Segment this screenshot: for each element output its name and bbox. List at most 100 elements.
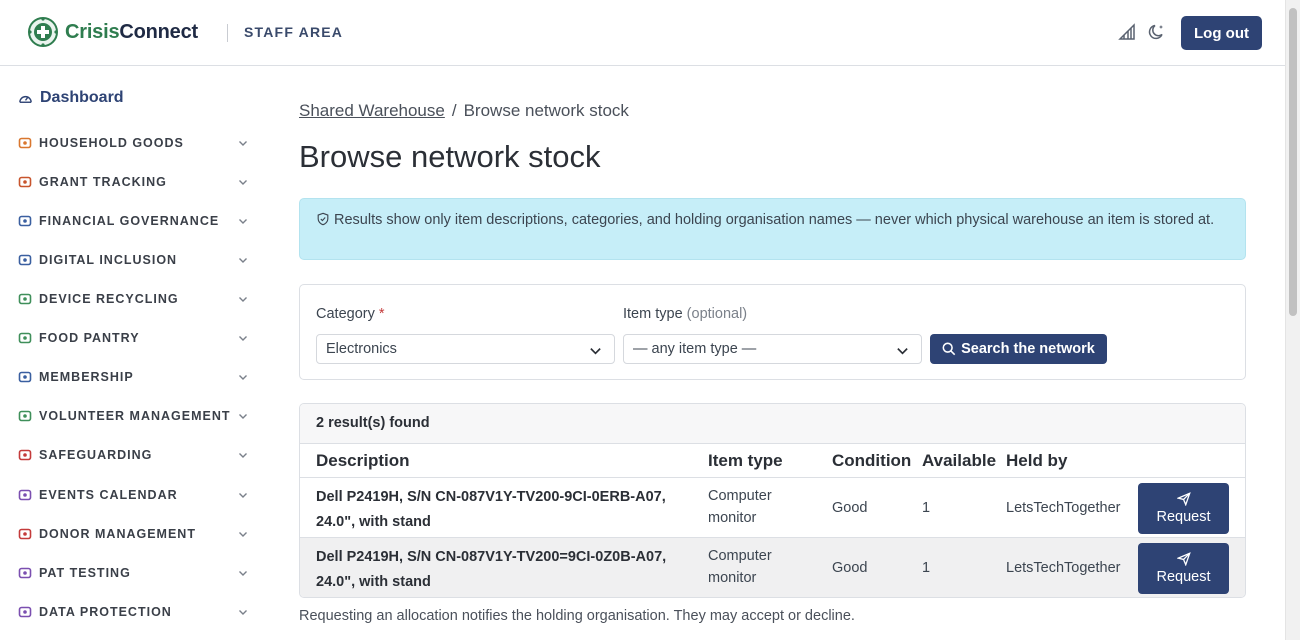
header-divider: [227, 24, 228, 42]
cell-condition: Good: [832, 560, 868, 576]
sidebar-item-digital-inclusion[interactable]: DIGITAL INCLUSION: [18, 248, 248, 272]
calendar-icon: [18, 489, 32, 501]
sidebar-item-pat-testing[interactable]: PAT TESTING: [18, 561, 248, 585]
cell-held-by: LetsTechTogether: [1006, 560, 1121, 576]
staff-area-label: STAFF AREA: [244, 24, 344, 40]
sidebar-item-label: HOUSEHOLD GOODS: [39, 136, 184, 150]
cell-description: Dell P2419H, S/N CN-087V1Y-TV200=9CI-0Z0…: [316, 549, 667, 590]
table-row: Dell P2419H, S/N CN-087V1Y-TV200-9CI-0ER…: [300, 477, 1245, 537]
column-header-item-type: Item type: [708, 451, 783, 470]
shield-check-icon: [317, 212, 329, 226]
chevron-down-icon[interactable]: [238, 294, 248, 304]
chevron-down-icon[interactable]: [238, 333, 248, 343]
chevron-down-icon[interactable]: [238, 568, 248, 578]
request-footnote: Requesting an allocation notifies the ho…: [299, 608, 855, 624]
results-count: 2 result(s) found: [300, 404, 1245, 444]
cell-item-type: Computer monitor: [708, 548, 772, 586]
chevron-down-icon[interactable]: [238, 529, 248, 539]
category-select-value: Electronics: [326, 341, 397, 357]
moon-icon[interactable]: [1147, 22, 1167, 42]
sidebar-item-financial-governance[interactable]: FINANCIAL GOVERNANCE: [18, 209, 248, 233]
sidebar-item-food-pantry[interactable]: FOOD PANTRY: [18, 326, 248, 350]
page-title: Browse network stock: [299, 139, 601, 174]
column-header-available: Available: [922, 451, 997, 470]
brand-name-part1: Crisis: [65, 20, 120, 43]
chevron-down-icon[interactable]: [238, 216, 248, 226]
optional-hint: (optional): [686, 306, 748, 322]
chevron-down-icon[interactable]: [238, 490, 248, 500]
cell-available: 1: [922, 560, 931, 576]
item-type-label: Item type (optional): [623, 306, 747, 322]
category-select[interactable]: Electronics: [316, 334, 615, 364]
sidebar-item-membership[interactable]: MEMBERSHIP: [18, 365, 248, 389]
house-icon: [18, 137, 32, 149]
chevron-down-icon: [590, 348, 601, 355]
sidebar-item-data-protection[interactable]: DATA PROTECTION: [18, 600, 248, 624]
chevron-down-icon[interactable]: [238, 607, 248, 617]
cell-held-by: LetsTechTogether: [1006, 500, 1121, 516]
chevron-down-icon[interactable]: [238, 450, 248, 460]
breadcrumb: Shared Warehouse / Browse network stock: [299, 101, 629, 121]
sidebar-item-label: DEVICE RECYCLING: [39, 292, 179, 306]
request-button[interactable]: Request: [1138, 543, 1229, 594]
sidebar-item-label: DONOR MANAGEMENT: [39, 527, 196, 541]
sidebar-item-label: DATA PROTECTION: [39, 605, 172, 619]
search-network-button[interactable]: Search the network: [930, 334, 1107, 364]
cell-item-type: Computer monitor: [708, 488, 772, 526]
chevron-down-icon[interactable]: [238, 138, 248, 148]
sidebar-item-label: MEMBERSHIP: [39, 370, 134, 384]
alert-text: Results show only item descriptions, cat…: [334, 212, 1215, 228]
request-button[interactable]: Request: [1138, 483, 1229, 534]
sidebar-item-label: DIGITAL INCLUSION: [39, 253, 178, 267]
dashboard-label: Dashboard: [40, 89, 124, 106]
scrollbar-thumb[interactable]: [1289, 8, 1297, 316]
cell-condition: Good: [832, 500, 868, 516]
page-scrollbar[interactable]: [1285, 0, 1300, 640]
category-label-text: Category: [316, 306, 375, 322]
breadcrumb-current: Browse network stock: [463, 101, 629, 120]
brand-logo[interactable]: CrisisConnect: [27, 16, 198, 48]
sidebar-item-device-recycling[interactable]: DEVICE RECYCLING: [18, 287, 248, 311]
brand-name: CrisisConnect: [65, 21, 198, 44]
logout-button[interactable]: Log out: [1181, 16, 1262, 50]
sidebar-item-household-goods[interactable]: HOUSEHOLD GOODS: [18, 131, 248, 155]
chevron-down-icon[interactable]: [238, 372, 248, 382]
gauge-icon: [19, 95, 32, 103]
plug-icon: [18, 567, 32, 579]
chevron-down-icon[interactable]: [238, 177, 248, 187]
sidebar-item-safeguarding[interactable]: SAFEGUARDING: [18, 443, 248, 467]
sidebar-item-label: EVENTS CALENDAR: [39, 488, 178, 502]
top-bar: CrisisConnect STAFF AREA Log out: [0, 0, 1285, 66]
chevron-down-icon[interactable]: [238, 411, 248, 421]
sidebar-item-label: FINANCIAL GOVERNANCE: [39, 214, 220, 228]
column-header-held-by: Held by: [1006, 451, 1068, 470]
sidebar-item-label: VOLUNTEER MANAGEMENT: [39, 409, 231, 423]
basket-icon: [18, 332, 32, 344]
send-icon: [1176, 552, 1191, 566]
sidebar-item-donor-management[interactable]: DONOR MANAGEMENT: [18, 522, 248, 546]
sidebar-item-events-calendar[interactable]: EVENTS CALENDAR: [18, 483, 248, 507]
item-type-select-value: — any item type —: [633, 341, 757, 357]
cell-description: Dell P2419H, S/N CN-087V1Y-TV200-9CI-0ER…: [316, 489, 666, 530]
request-button-label: Request: [1156, 509, 1211, 525]
sidebar-item-volunteer-management[interactable]: VOLUNTEER MANAGEMENT: [18, 404, 248, 428]
signal-icon[interactable]: [1117, 22, 1137, 42]
category-label: Category *: [316, 306, 385, 322]
heart-icon: [18, 528, 32, 540]
item-type-label-text: Item type: [623, 306, 683, 322]
column-header-condition: Condition: [832, 451, 912, 470]
item-type-select[interactable]: — any item type —: [623, 334, 922, 364]
sidebar-item-grant-tracking[interactable]: GRANT TRACKING: [18, 170, 248, 194]
chevron-down-icon: [897, 348, 908, 355]
privacy-notice-alert: Results show only item descriptions, cat…: [299, 198, 1246, 260]
id-card-icon: [18, 371, 32, 383]
laptop-icon: [18, 254, 32, 266]
chevron-down-icon[interactable]: [238, 255, 248, 265]
bank-icon: [18, 215, 32, 227]
breadcrumb-separator: /: [451, 101, 457, 120]
badge-icon: [18, 410, 32, 422]
send-icon: [1176, 492, 1191, 506]
breadcrumb-link-shared-warehouse[interactable]: Shared Warehouse: [299, 101, 445, 120]
sidebar-dashboard-link[interactable]: Dashboard: [18, 89, 124, 107]
sidebar-item-label: SAFEGUARDING: [39, 448, 153, 462]
